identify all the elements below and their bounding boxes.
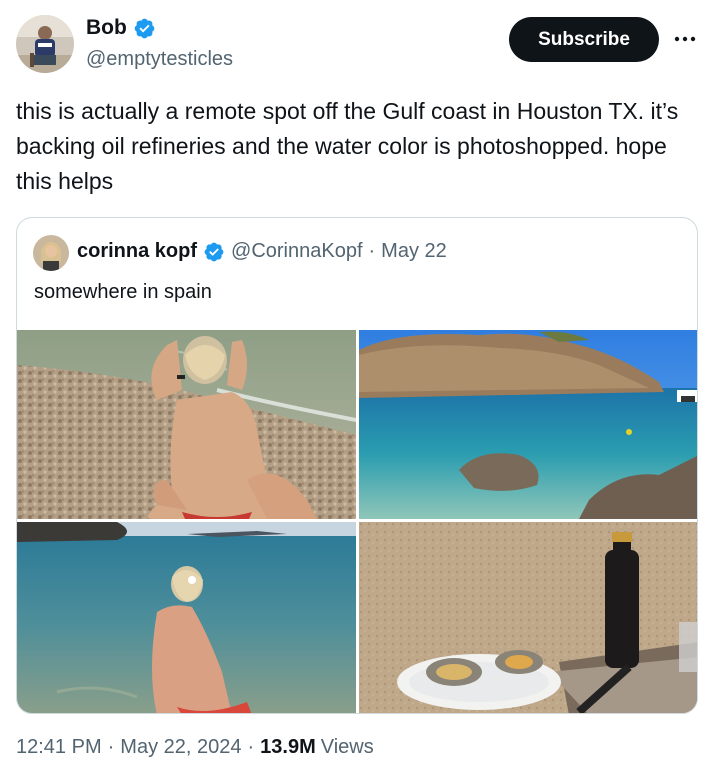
verified-badge-icon <box>134 18 155 38</box>
sea-photo-3[interactable] <box>17 522 356 713</box>
subscribe-button[interactable]: Subscribe <box>509 17 659 62</box>
quoted-separator: · <box>368 240 376 262</box>
author-avatar[interactable] <box>16 15 74 73</box>
quoted-tweet[interactable]: corinna kopf @CorinnaKopf · May 22 somew… <box>16 217 698 714</box>
quoted-header: corinna kopf @CorinnaKopf · May 22 <box>77 240 447 263</box>
meta-separator: · <box>247 736 255 758</box>
oysters-photo-4[interactable] <box>359 522 697 713</box>
quoted-author-handle[interactable]: @CorinnaKopf <box>231 240 362 263</box>
meta-separator: · <box>107 736 115 758</box>
author-name[interactable]: Bob <box>86 16 127 40</box>
tweet-time[interactable]: 12:41 PM <box>16 736 102 759</box>
cove-photo-2[interactable] <box>359 330 697 519</box>
more-dots-icon[interactable] <box>672 26 698 52</box>
quoted-author-avatar[interactable] <box>33 235 69 271</box>
author-handle[interactable]: @emptytesticles <box>86 48 233 71</box>
tweet: Bob @emptytesticles Subscribe this is ac… <box>0 0 716 784</box>
beach-photo-1[interactable] <box>17 330 356 519</box>
views-label: Views <box>320 736 374 758</box>
quoted-author-name[interactable]: corinna kopf <box>77 240 197 263</box>
media-grid <box>17 330 697 713</box>
quoted-tweet-text: somewhere in spain <box>34 281 212 303</box>
tweet-meta: 12:41 PM · May 22, 2024 · 13.9M Views <box>16 736 374 759</box>
views-count[interactable]: 13.9M <box>260 736 316 759</box>
verified-badge-icon <box>204 242 224 261</box>
tweet-text: this is actually a remote spot off the G… <box>16 98 679 194</box>
quoted-date[interactable]: May 22 <box>381 240 447 263</box>
tweet-date[interactable]: May 22, 2024 <box>120 736 241 759</box>
author-name-row[interactable]: Bob <box>86 16 156 40</box>
